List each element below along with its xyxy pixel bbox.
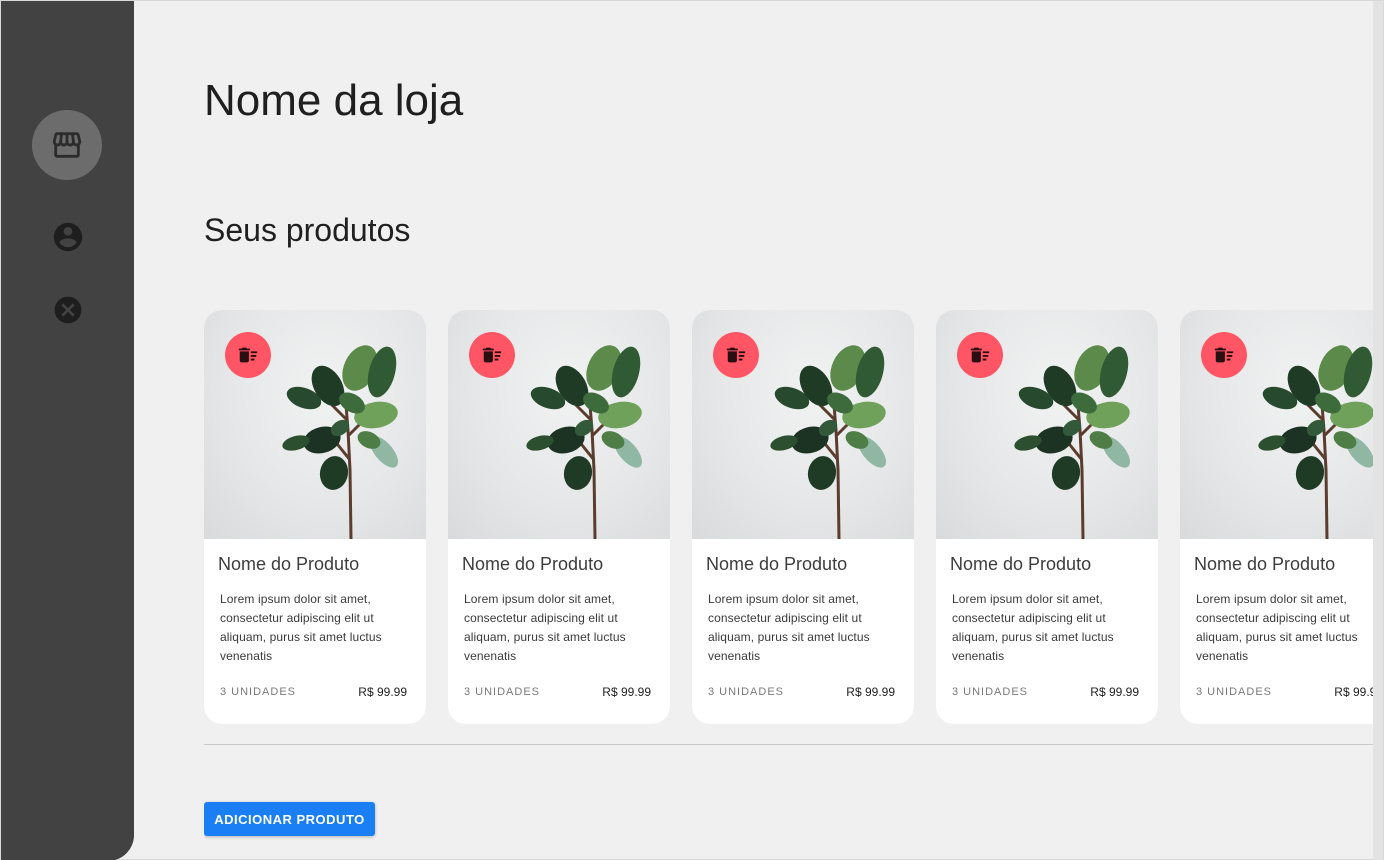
product-description: Lorem ipsum dolor sit amet, consectetur … xyxy=(708,592,870,663)
product-price: R$ 99.99 xyxy=(846,685,895,699)
product-list: Nome do Produto Lorem ipsum dolor sit am… xyxy=(204,310,1375,724)
product-price: R$ 99.99 xyxy=(358,685,407,699)
product-price: R$ 99.99 xyxy=(602,685,651,699)
product-name: Nome do Produto xyxy=(1194,554,1336,574)
page-title: Nome da loja xyxy=(204,76,464,125)
product-description: Lorem ipsum dolor sit amet, consectetur … xyxy=(220,592,382,663)
delete-product-button[interactable] xyxy=(713,332,759,378)
product-card[interactable]: Nome do Produto Lorem ipsum dolor sit am… xyxy=(1180,310,1375,724)
delete-sweep-icon xyxy=(726,347,746,363)
delete-sweep-icon xyxy=(1214,347,1234,363)
product-price: R$ 99.99 xyxy=(1090,685,1139,699)
vertical-scrollbar[interactable] xyxy=(1373,1,1383,860)
account-circle-icon xyxy=(53,222,83,252)
product-description: Lorem ipsum dolor sit amet, consectetur … xyxy=(952,592,1114,663)
delete-product-button[interactable] xyxy=(1201,332,1247,378)
delete-sweep-icon xyxy=(238,347,258,363)
product-name: Nome do Produto xyxy=(706,554,848,574)
product-name: Nome do Produto xyxy=(950,554,1092,574)
sidebar xyxy=(1,1,134,860)
product-name: Nome do Produto xyxy=(218,554,360,574)
storefront-icon xyxy=(52,132,82,158)
sidebar-item-profile[interactable] xyxy=(51,220,85,254)
product-units: 3 UNIDADES xyxy=(1196,686,1273,698)
delete-product-button[interactable] xyxy=(469,332,515,378)
product-card[interactable]: Nome do Produto Lorem ipsum dolor sit am… xyxy=(692,310,914,724)
product-units: 3 UNIDADES xyxy=(952,686,1029,698)
delete-product-button[interactable] xyxy=(957,332,1003,378)
delete-sweep-icon xyxy=(482,347,502,363)
product-card[interactable]: Nome do Produto Lorem ipsum dolor sit am… xyxy=(448,310,670,724)
product-units: 3 UNIDADES xyxy=(464,686,541,698)
product-card[interactable]: Nome do Produto Lorem ipsum dolor sit am… xyxy=(204,310,426,724)
main-content: Nome da loja Seus produtos Nome do Produ… xyxy=(204,1,1375,860)
delete-product-button[interactable] xyxy=(225,332,271,378)
product-card[interactable]: Nome do Produto Lorem ipsum dolor sit am… xyxy=(936,310,1158,724)
add-product-button[interactable]: ADICIONAR PRODUTO xyxy=(204,802,375,836)
product-units: 3 UNIDADES xyxy=(220,686,297,698)
section-title: Seus produtos xyxy=(204,212,411,248)
divider xyxy=(204,744,1375,745)
cancel-icon xyxy=(54,296,82,324)
sidebar-item-store[interactable] xyxy=(32,110,102,180)
product-price: R$ 99.99 xyxy=(1334,685,1375,699)
delete-sweep-icon xyxy=(970,347,990,363)
product-description: Lorem ipsum dolor sit amet, consectetur … xyxy=(1196,592,1358,663)
product-name: Nome do Produto xyxy=(462,554,604,574)
product-description: Lorem ipsum dolor sit amet, consectetur … xyxy=(464,592,626,663)
product-units: 3 UNIDADES xyxy=(708,686,785,698)
sidebar-item-close[interactable] xyxy=(51,293,85,327)
